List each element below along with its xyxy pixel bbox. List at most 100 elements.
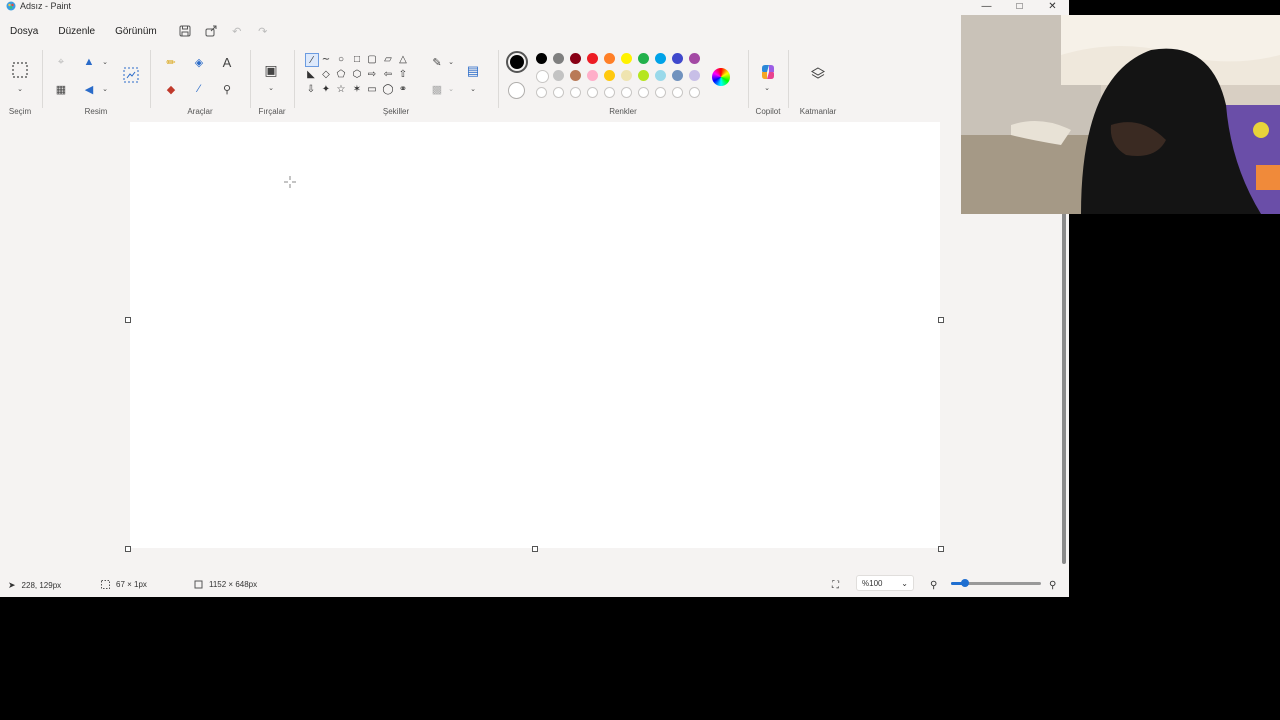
pentagon-shape-icon[interactable]: ⬠ — [335, 68, 347, 80]
color-swatch[interactable] — [689, 70, 700, 81]
custom-color-slot[interactable] — [604, 87, 615, 98]
crop-icon[interactable]: ⌖ — [52, 53, 70, 71]
pencil-icon[interactable]: ✏ — [162, 53, 180, 71]
color-swatch[interactable] — [689, 53, 700, 64]
polygon-shape-icon[interactable]: ▱ — [382, 53, 394, 65]
zoom-slider[interactable] — [951, 579, 1041, 587]
fill-bucket-icon[interactable]: ◈ — [190, 53, 208, 71]
callout-oval-icon[interactable]: ◯ — [382, 83, 394, 95]
custom-color-slot[interactable] — [621, 87, 632, 98]
six-point-star-icon[interactable]: ✶ — [351, 83, 363, 95]
eraser-icon[interactable]: ◆ — [162, 80, 180, 98]
custom-color-slot[interactable] — [672, 87, 683, 98]
outline-chevron-icon[interactable]: ⌄ — [442, 53, 460, 71]
color-swatch[interactable] — [655, 53, 666, 64]
color-swatch[interactable] — [536, 53, 547, 64]
triangle-shape-icon[interactable]: △ — [397, 53, 409, 65]
color-swatch[interactable] — [553, 53, 564, 64]
close-button[interactable]: ✕ — [1036, 0, 1069, 12]
select-rectangle-icon[interactable] — [10, 60, 30, 80]
right-triangle-shape-icon[interactable]: ◣ — [305, 68, 317, 80]
canvas-resize-handle-bottom-right[interactable] — [938, 546, 944, 552]
color-swatch[interactable] — [570, 70, 581, 81]
color-swatch[interactable] — [638, 53, 649, 64]
custom-color-slot[interactable] — [553, 87, 564, 98]
drawing-canvas[interactable] — [130, 122, 940, 548]
text-icon[interactable]: A — [218, 53, 236, 71]
color-swatch[interactable] — [621, 70, 632, 81]
canvas-resize-handle-bottom[interactable] — [532, 546, 538, 552]
custom-color-slot[interactable] — [689, 87, 700, 98]
zoom-select[interactable]: %100 ⌄ — [856, 575, 914, 591]
canvas-resize-handle-right[interactable] — [938, 317, 944, 323]
diamond-shape-icon[interactable]: ◇ — [320, 68, 332, 80]
save-icon[interactable] — [175, 22, 195, 40]
canvas-resize-handle-bottom-left[interactable] — [125, 546, 131, 552]
rectangle-shape-icon[interactable]: □ — [351, 53, 363, 65]
secondary-color-button[interactable] — [508, 82, 525, 99]
canvas-resize-handle-left[interactable] — [125, 317, 131, 323]
color-swatch[interactable] — [604, 70, 615, 81]
primary-color-button[interactable] — [506, 51, 528, 73]
fill-chevron-icon[interactable]: ⌄ — [442, 80, 460, 98]
zoom-slider-thumb[interactable] — [960, 579, 969, 587]
callout-rect-icon[interactable]: ▭ — [366, 83, 378, 95]
color-swatch[interactable] — [553, 70, 564, 81]
color-swatch[interactable] — [672, 53, 683, 64]
four-point-star-icon[interactable]: ✦ — [320, 83, 332, 95]
size-chevron-icon[interactable]: ⌄ — [464, 80, 482, 98]
layers-icon[interactable] — [809, 65, 827, 83]
color-swatch[interactable] — [672, 70, 683, 81]
rotate-chevron-icon[interactable]: ⌄ — [96, 80, 114, 98]
brush-chevron-icon[interactable]: ⌄ — [262, 79, 280, 97]
five-point-star-icon[interactable]: ☆ — [335, 83, 347, 95]
resize-chevron-icon[interactable]: ⌄ — [96, 53, 114, 71]
rounded-rectangle-shape-icon[interactable]: ▢ — [366, 53, 378, 65]
menu-file[interactable]: Dosya — [0, 26, 48, 37]
right-arrow-shape-icon[interactable]: ⇨ — [366, 68, 378, 80]
size-icon[interactable]: ▤ — [464, 62, 482, 80]
colors-group-label: Renkler — [609, 107, 637, 116]
vertical-scrollbar[interactable] — [1062, 212, 1066, 564]
custom-color-slot[interactable] — [655, 87, 666, 98]
color-swatch[interactable] — [587, 53, 598, 64]
custom-color-slot[interactable] — [570, 87, 581, 98]
oval-shape-icon[interactable]: ○ — [335, 53, 347, 65]
primary-color-swatch — [510, 55, 524, 69]
callout-cloud-icon[interactable]: ⚭ — [397, 83, 409, 95]
chevron-down-icon[interactable]: ⌄ — [11, 80, 29, 98]
image-select-icon[interactable] — [122, 66, 140, 84]
color-swatch[interactable] — [536, 70, 549, 83]
line-shape-icon[interactable]: ∕ — [305, 53, 319, 67]
zoom-in-icon[interactable]: ⚲ — [1049, 580, 1056, 591]
custom-color-slot[interactable] — [536, 87, 547, 98]
left-arrow-shape-icon[interactable]: ⇦ — [382, 68, 394, 80]
redo-icon[interactable]: ↷ — [253, 22, 273, 40]
maximize-button[interactable]: □ — [1003, 0, 1036, 12]
minimize-button[interactable]: — — [970, 0, 1003, 12]
brush-icon[interactable]: ▣ — [262, 61, 280, 79]
color-swatch[interactable] — [655, 70, 666, 81]
magnifier-icon[interactable]: ⚲ — [218, 80, 236, 98]
undo-icon[interactable]: ↶ — [227, 22, 247, 40]
curve-shape-icon[interactable]: ∼ — [320, 53, 332, 65]
share-icon[interactable] — [201, 22, 221, 40]
fit-to-window-icon[interactable]: ⛶ — [832, 580, 839, 591]
menu-edit[interactable]: Düzenle — [48, 26, 105, 37]
zoom-out-icon[interactable]: ⚲ — [930, 580, 937, 591]
color-swatch[interactable] — [570, 53, 581, 64]
color-swatch[interactable] — [587, 70, 598, 81]
hexagon-shape-icon[interactable]: ⬡ — [351, 68, 363, 80]
custom-color-slot[interactable] — [587, 87, 598, 98]
up-arrow-shape-icon[interactable]: ⇧ — [397, 68, 409, 80]
color-picker-icon[interactable]: ⁄ — [190, 80, 208, 98]
color-swatch[interactable] — [604, 53, 615, 64]
custom-color-slot[interactable] — [638, 87, 649, 98]
remove-background-icon[interactable]: ▦ — [52, 80, 70, 98]
color-swatch[interactable] — [621, 53, 632, 64]
down-arrow-shape-icon[interactable]: ⇩ — [305, 83, 317, 95]
copilot-chevron-icon[interactable]: ⌄ — [758, 79, 776, 97]
menu-view[interactable]: Görünüm — [105, 26, 167, 37]
color-swatch[interactable] — [638, 70, 649, 81]
edit-colors-icon[interactable] — [712, 68, 730, 86]
